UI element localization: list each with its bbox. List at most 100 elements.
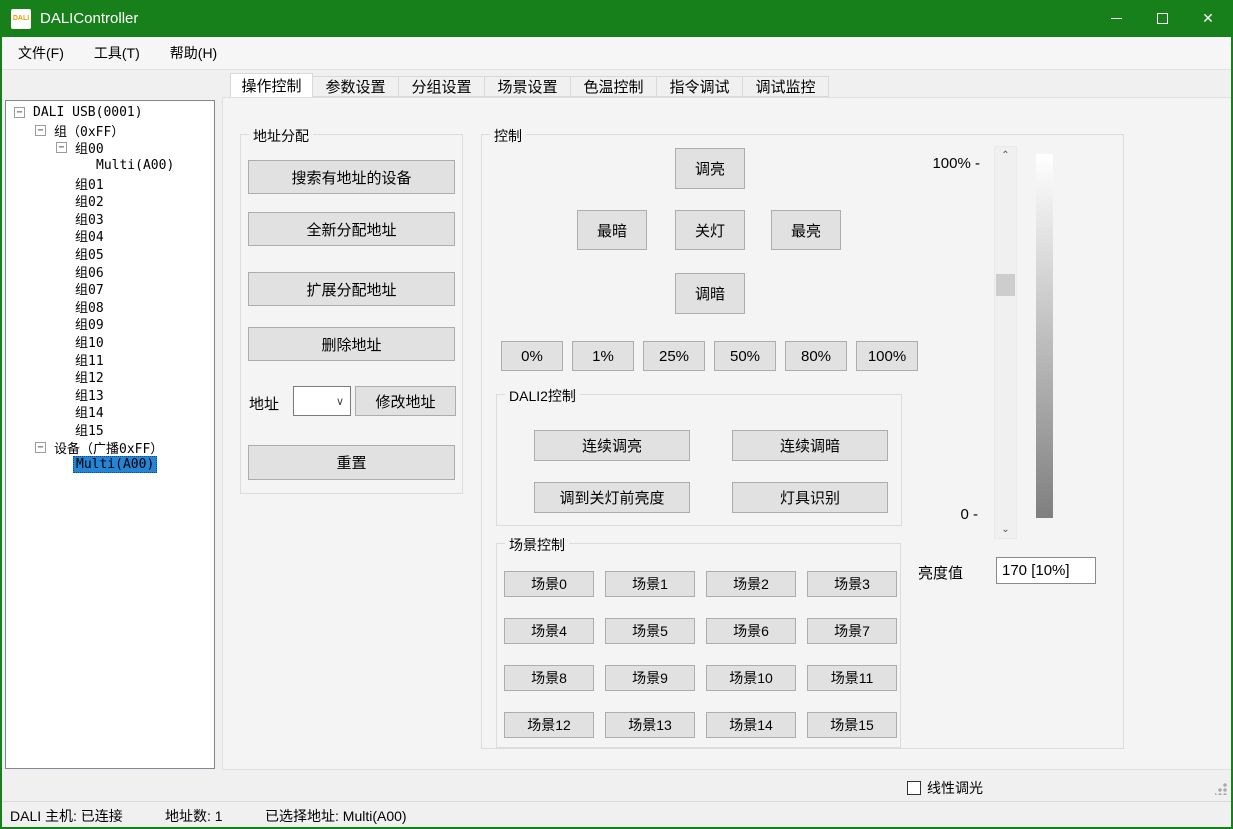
scene-button[interactable]: 场景6 — [706, 618, 796, 644]
tree-item[interactable]: 组10 — [6, 333, 214, 351]
tree-item[interactable]: −设备（广播0xFF） — [6, 438, 214, 456]
percent-button[interactable]: 0% — [501, 341, 563, 371]
title-bar: DALI DALIController ✕ — [2, 0, 1231, 37]
percent-button[interactable]: 1% — [572, 341, 634, 371]
scene-control-group: 场景控制 场景0场景1场景2场景3场景4场景5场景6场景7场景8场景9场景10场… — [496, 543, 901, 748]
tab-2[interactable]: 参数设置 — [313, 76, 399, 97]
tree-item[interactable]: 组09 — [6, 315, 214, 333]
tree-item[interactable]: 组07 — [6, 280, 214, 298]
tree-item-label: 组13 — [73, 385, 106, 404]
minimize-button[interactable] — [1093, 0, 1139, 37]
tree-item[interactable]: 组08 — [6, 298, 214, 316]
app-window: DALI DALIController ✕ 文件(F)工具(T)帮助(H) −D… — [0, 0, 1233, 829]
scene-button[interactable]: 场景14 — [706, 712, 796, 738]
dali2-button[interactable]: 灯具识别 — [732, 482, 888, 513]
scene-button[interactable]: 场景5 — [605, 618, 695, 644]
tree-collapse-icon[interactable]: − — [14, 107, 25, 118]
brightness-value-box[interactable]: 170 [10%] — [996, 557, 1096, 584]
percent-button[interactable]: 50% — [714, 341, 776, 371]
tree-item[interactable]: 组12 — [6, 368, 214, 386]
tree-item[interactable]: 组05 — [6, 245, 214, 263]
tree-collapse-icon[interactable]: − — [35, 442, 46, 453]
scrollbar-up-icon[interactable]: ⌃ — [995, 147, 1016, 164]
close-button[interactable]: ✕ — [1185, 0, 1231, 37]
scene-button[interactable]: 场景11 — [807, 665, 897, 691]
tree-item-label: 设备（广播0xFF） — [52, 438, 165, 457]
scene-button[interactable]: 场景9 — [605, 665, 695, 691]
max-brightness-button[interactable]: 最亮 — [771, 210, 841, 250]
tree-item[interactable]: 组02 — [6, 192, 214, 210]
tree-item[interactable]: 组04 — [6, 227, 214, 245]
device-tree[interactable]: −DALI USB(0001)−组（0xFF）−组00Multi(A00)组01… — [5, 100, 215, 769]
dim-up-button[interactable]: 调亮 — [675, 148, 745, 189]
tree-item[interactable]: −DALI USB(0001) — [6, 104, 214, 122]
address-combobox[interactable]: ∨ — [293, 386, 351, 416]
scene-button[interactable]: 场景10 — [706, 665, 796, 691]
tab-4[interactable]: 场景设置 — [485, 76, 571, 97]
tree-item[interactable]: −组（0xFF） — [6, 122, 214, 140]
scene-button[interactable]: 场景1 — [605, 571, 695, 597]
tree-item-label: 组03 — [73, 209, 106, 228]
scrollbar-down-icon[interactable]: ⌄ — [995, 521, 1016, 538]
reset-button[interactable]: 重置 — [248, 445, 455, 480]
tree-item[interactable]: −组00 — [6, 139, 214, 157]
dim-down-button[interactable]: 调暗 — [675, 273, 745, 314]
tab-6[interactable]: 指令调试 — [657, 76, 743, 97]
percent-button[interactable]: 25% — [643, 341, 705, 371]
scrollbar-thumb[interactable] — [996, 274, 1015, 296]
status-selected-address: 已选择地址: Multi(A00) — [265, 806, 407, 826]
tab-5[interactable]: 色温控制 — [571, 76, 657, 97]
dali2-control-group: DALI2控制 连续调亮连续调暗调到关灯前亮度灯具识别 — [496, 394, 902, 526]
scene-button[interactable]: 场景4 — [504, 618, 594, 644]
address-action-button[interactable]: 搜索有地址的设备 — [248, 160, 455, 194]
brightness-value: 170 [10%] — [1002, 562, 1070, 579]
dali2-button[interactable]: 连续调暗 — [732, 430, 888, 461]
tab-1[interactable]: 操作控制 — [230, 73, 313, 97]
menu-item[interactable]: 文件(F) — [4, 37, 78, 69]
status-address-count: 地址数: 1 — [165, 806, 223, 826]
scene-button[interactable]: 场景3 — [807, 571, 897, 597]
maximize-button[interactable] — [1139, 0, 1185, 37]
dali2-button[interactable]: 调到关灯前亮度 — [534, 482, 690, 513]
tree-item-label: 组09 — [73, 314, 106, 333]
tree-item-label: 组15 — [73, 420, 106, 439]
linear-dimming-checkbox[interactable] — [907, 781, 921, 795]
tree-item[interactable]: 组13 — [6, 386, 214, 404]
scene-button[interactable]: 场景12 — [504, 712, 594, 738]
tree-item-label: 组02 — [73, 191, 106, 210]
tab-7[interactable]: 调试监控 — [743, 76, 829, 97]
scene-button[interactable]: 场景15 — [807, 712, 897, 738]
menu-item[interactable]: 帮助(H) — [156, 37, 231, 69]
tree-collapse-icon[interactable]: − — [56, 142, 67, 153]
modify-address-button[interactable]: 修改地址 — [355, 386, 456, 416]
tree-item[interactable]: Multi(A00) — [6, 157, 214, 175]
tree-item[interactable]: 组03 — [6, 210, 214, 228]
scene-button[interactable]: 场景7 — [807, 618, 897, 644]
scene-button[interactable]: 场景8 — [504, 665, 594, 691]
scene-button[interactable]: 场景2 — [706, 571, 796, 597]
control-group: 控制 调亮 最暗 关灯 最亮 调暗 0%1%25%50%80%100% DALI… — [481, 134, 1124, 749]
lamp-off-button[interactable]: 关灯 — [675, 210, 745, 250]
menu-item[interactable]: 工具(T) — [80, 37, 154, 69]
tab-3[interactable]: 分组设置 — [399, 76, 485, 97]
tree-collapse-icon[interactable]: − — [35, 125, 46, 136]
scene-button[interactable]: 场景0 — [504, 571, 594, 597]
tree-item[interactable]: 组06 — [6, 262, 214, 280]
address-action-button[interactable]: 全新分配地址 — [248, 212, 455, 246]
dali2-button[interactable]: 连续调亮 — [534, 430, 690, 461]
percent-button[interactable]: 80% — [785, 341, 847, 371]
address-group-title: 地址分配 — [249, 126, 313, 146]
scene-button[interactable]: 场景13 — [605, 712, 695, 738]
address-action-button[interactable]: 扩展分配地址 — [248, 272, 455, 306]
resize-grip[interactable] — [1215, 783, 1227, 795]
brightness-scrollbar[interactable]: ⌃ ⌄ — [994, 146, 1017, 539]
min-brightness-button[interactable]: 最暗 — [577, 210, 647, 250]
app-icon: DALI — [11, 9, 31, 29]
tree-item[interactable]: 组01 — [6, 174, 214, 192]
tree-item[interactable]: 组14 — [6, 403, 214, 421]
percent-button[interactable]: 100% — [856, 341, 918, 371]
tree-item[interactable]: Multi(A00) — [6, 456, 214, 474]
address-action-button[interactable]: 删除地址 — [248, 327, 455, 361]
tree-item[interactable]: 组11 — [6, 350, 214, 368]
tree-item[interactable]: 组15 — [6, 421, 214, 439]
